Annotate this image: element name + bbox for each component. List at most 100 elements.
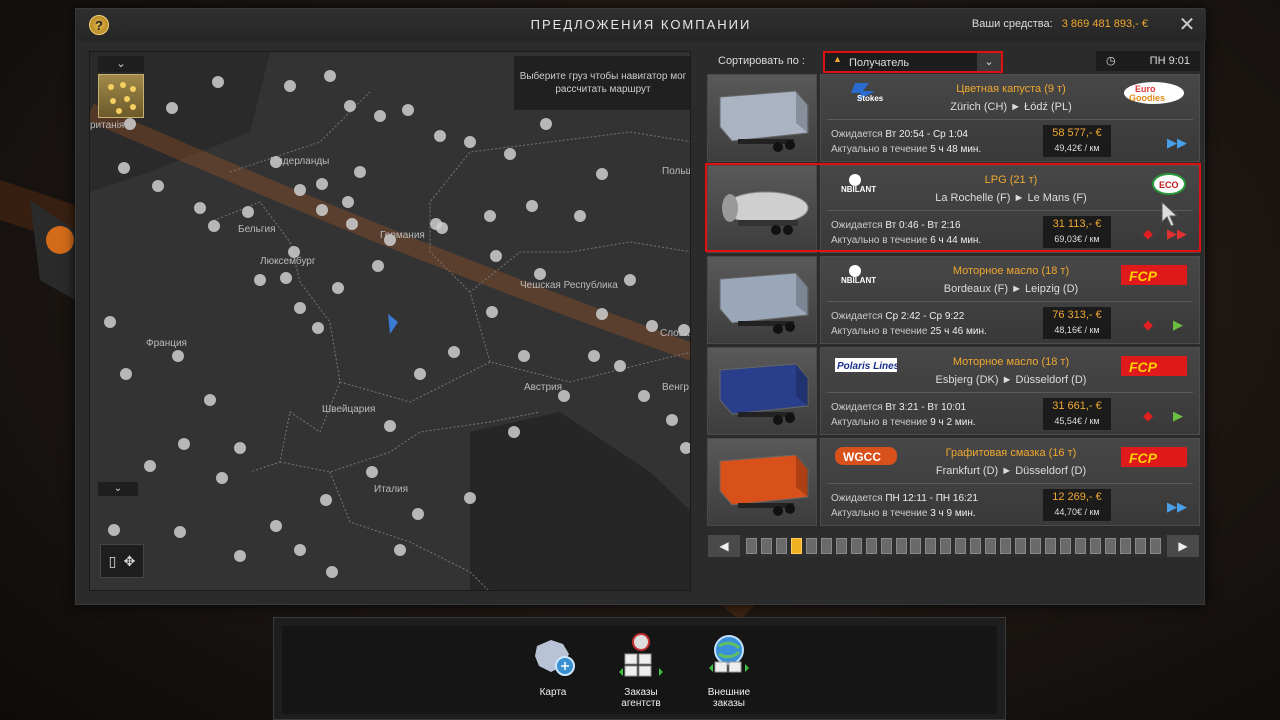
fast-forward-icon[interactable]: ▶▶ bbox=[1167, 226, 1187, 242]
agency-orders-icon bbox=[619, 633, 663, 677]
page-dot[interactable] bbox=[880, 538, 892, 554]
page-dot[interactable] bbox=[1030, 538, 1042, 554]
city-marker bbox=[504, 148, 516, 160]
map-controls[interactable]: ▯ ✥ bbox=[100, 544, 144, 578]
page-dot[interactable] bbox=[985, 538, 997, 554]
city-marker bbox=[242, 206, 254, 218]
company-offers-window: ? ПРЕДЛОЖЕНИЯ КОМПАНИИ Ваши средства: 3 … bbox=[75, 8, 1206, 605]
dock-map-button[interactable]: Карта bbox=[518, 632, 588, 698]
svg-text:FCP: FCP bbox=[1129, 359, 1158, 375]
dock-agency-orders-button[interactable]: Заказы агентств bbox=[606, 632, 676, 709]
cargo-name: Моторное масло (18 т) bbox=[952, 356, 1070, 368]
route-arrow-icon: ► bbox=[1013, 192, 1025, 204]
page-dot[interactable] bbox=[775, 538, 787, 554]
city-marker bbox=[280, 272, 292, 284]
page-dot[interactable] bbox=[1104, 538, 1116, 554]
city-marker bbox=[294, 544, 306, 556]
offer-row[interactable]: Polaris Lines Моторное масло (18 т) FCP … bbox=[706, 346, 1202, 437]
city-marker bbox=[144, 460, 156, 472]
page-dot[interactable] bbox=[1134, 538, 1146, 554]
map-collapse-button[interactable]: ⌄ bbox=[98, 56, 144, 72]
expected-label: Ожидается bbox=[831, 402, 883, 413]
offer-row[interactable]: WGCC Графитовая смазка (16 т) FCP Frankf… bbox=[706, 437, 1202, 528]
page-dot[interactable] bbox=[745, 538, 757, 554]
page-dot[interactable] bbox=[1119, 538, 1131, 554]
dock-external-orders-button[interactable]: Внешние заказы bbox=[694, 632, 764, 709]
fast-forward-icon[interactable]: ▶▶ bbox=[1167, 135, 1187, 151]
trailer-image bbox=[719, 363, 809, 425]
sort-dropdown[interactable]: ▲ Получатель ⌄ bbox=[823, 51, 1003, 73]
page-dot[interactable] bbox=[805, 538, 817, 554]
route-from: Esbjerg (DK) bbox=[935, 374, 999, 386]
city-marker bbox=[208, 220, 220, 232]
divider bbox=[827, 210, 1193, 211]
city-marker bbox=[372, 260, 384, 272]
offer-row[interactable]: NBILANT LPG (21 т) ECO La Rochelle (F) ►… bbox=[705, 163, 1202, 255]
page-dot[interactable] bbox=[835, 538, 847, 554]
play-icon[interactable]: ▶ bbox=[1173, 408, 1183, 424]
expected-label: Ожидается bbox=[831, 493, 883, 504]
offer-row[interactable]: NBILANT Моторное масло (18 т) FCP Bordea… bbox=[706, 255, 1202, 346]
city-marker bbox=[312, 322, 324, 334]
page-dot[interactable] bbox=[1015, 538, 1027, 554]
page-dot[interactable] bbox=[790, 538, 802, 554]
route-from: Zürich (CH) bbox=[950, 101, 1008, 113]
page-dot[interactable] bbox=[760, 538, 772, 554]
valid-time: 5 ч 48 мин. bbox=[930, 144, 982, 155]
page-dot[interactable] bbox=[1089, 538, 1101, 554]
city-marker bbox=[166, 102, 178, 114]
valid-label: Актуально в течение bbox=[831, 144, 928, 155]
city-marker bbox=[346, 218, 358, 230]
city-marker bbox=[294, 302, 306, 314]
close-button[interactable]: ✕ bbox=[1176, 14, 1198, 36]
map-label: ританія bbox=[90, 120, 125, 131]
page-dot[interactable] bbox=[1000, 538, 1012, 554]
route-arrow-icon: ► bbox=[1011, 283, 1022, 295]
page-dot[interactable] bbox=[850, 538, 862, 554]
city-marker bbox=[324, 70, 336, 82]
map-label: Австрия bbox=[524, 382, 563, 393]
page-dot[interactable] bbox=[940, 538, 952, 554]
trailer-image bbox=[719, 454, 809, 516]
city-marker bbox=[646, 320, 658, 332]
map-legend-toggle[interactable]: ⌄ bbox=[98, 482, 138, 496]
offer-pager: ◀ ▶ bbox=[708, 535, 1199, 557]
offer-details: Ожидается Вт 3:21 - Вт 10:01 Актуально в… bbox=[831, 400, 976, 430]
route-map[interactable]: ⌄ Выберите груз чтобы навигатор мог расс… bbox=[89, 51, 691, 591]
trailer-image bbox=[722, 191, 809, 235]
play-icon[interactable]: ▶ bbox=[1173, 317, 1183, 333]
city-marker bbox=[588, 350, 600, 362]
page-dot[interactable] bbox=[925, 538, 937, 554]
page-dot[interactable] bbox=[1045, 538, 1057, 554]
offer-info: Stokes Цветная капуста (9 т) Euro Goodies… bbox=[820, 74, 1200, 162]
page-dot[interactable] bbox=[895, 538, 907, 554]
rate: 45,54€ / км bbox=[1054, 416, 1100, 426]
offer-details: Ожидается Вт 20:54 - Ср 1:04 Актуально в… bbox=[831, 127, 981, 157]
page-dot[interactable] bbox=[820, 538, 832, 554]
chevron-down-icon[interactable]: ⌄ bbox=[977, 53, 1001, 71]
rate: 44,70€ / км bbox=[1054, 507, 1100, 517]
fast-forward-icon[interactable]: ▶▶ bbox=[1167, 499, 1187, 515]
page-dot[interactable] bbox=[970, 538, 982, 554]
map-label: Чешская Республика bbox=[520, 280, 618, 291]
map-filter-icon[interactable] bbox=[98, 74, 144, 118]
cargo-name: Цветная капуста (9 т) bbox=[956, 83, 1066, 95]
prev-page-button[interactable]: ◀ bbox=[708, 535, 740, 557]
trailer-thumbnail bbox=[707, 74, 817, 162]
mouse-cursor-icon bbox=[1161, 200, 1179, 227]
page-dot[interactable] bbox=[1059, 538, 1071, 554]
page-dot[interactable] bbox=[955, 538, 967, 554]
offer-row[interactable]: Stokes Цветная капуста (9 т) Euro Goodies… bbox=[706, 73, 1202, 164]
page-dot[interactable] bbox=[1074, 538, 1086, 554]
next-page-button[interactable]: ▶ bbox=[1167, 535, 1199, 557]
page-dot[interactable] bbox=[910, 538, 922, 554]
trailer-thumbnail bbox=[707, 256, 817, 344]
expected-time: Ср 2:42 - Ср 9:22 bbox=[885, 311, 965, 322]
pan-arrows-icon[interactable]: ✥ bbox=[124, 553, 136, 570]
dock-label: Заказы агентств bbox=[621, 687, 661, 709]
city-marker bbox=[234, 550, 246, 562]
page-dot[interactable] bbox=[1149, 538, 1161, 554]
route-to: Düsseldorf (D) bbox=[1015, 374, 1087, 386]
page-dot[interactable] bbox=[865, 538, 877, 554]
client-logo: FCP bbox=[1121, 354, 1187, 378]
